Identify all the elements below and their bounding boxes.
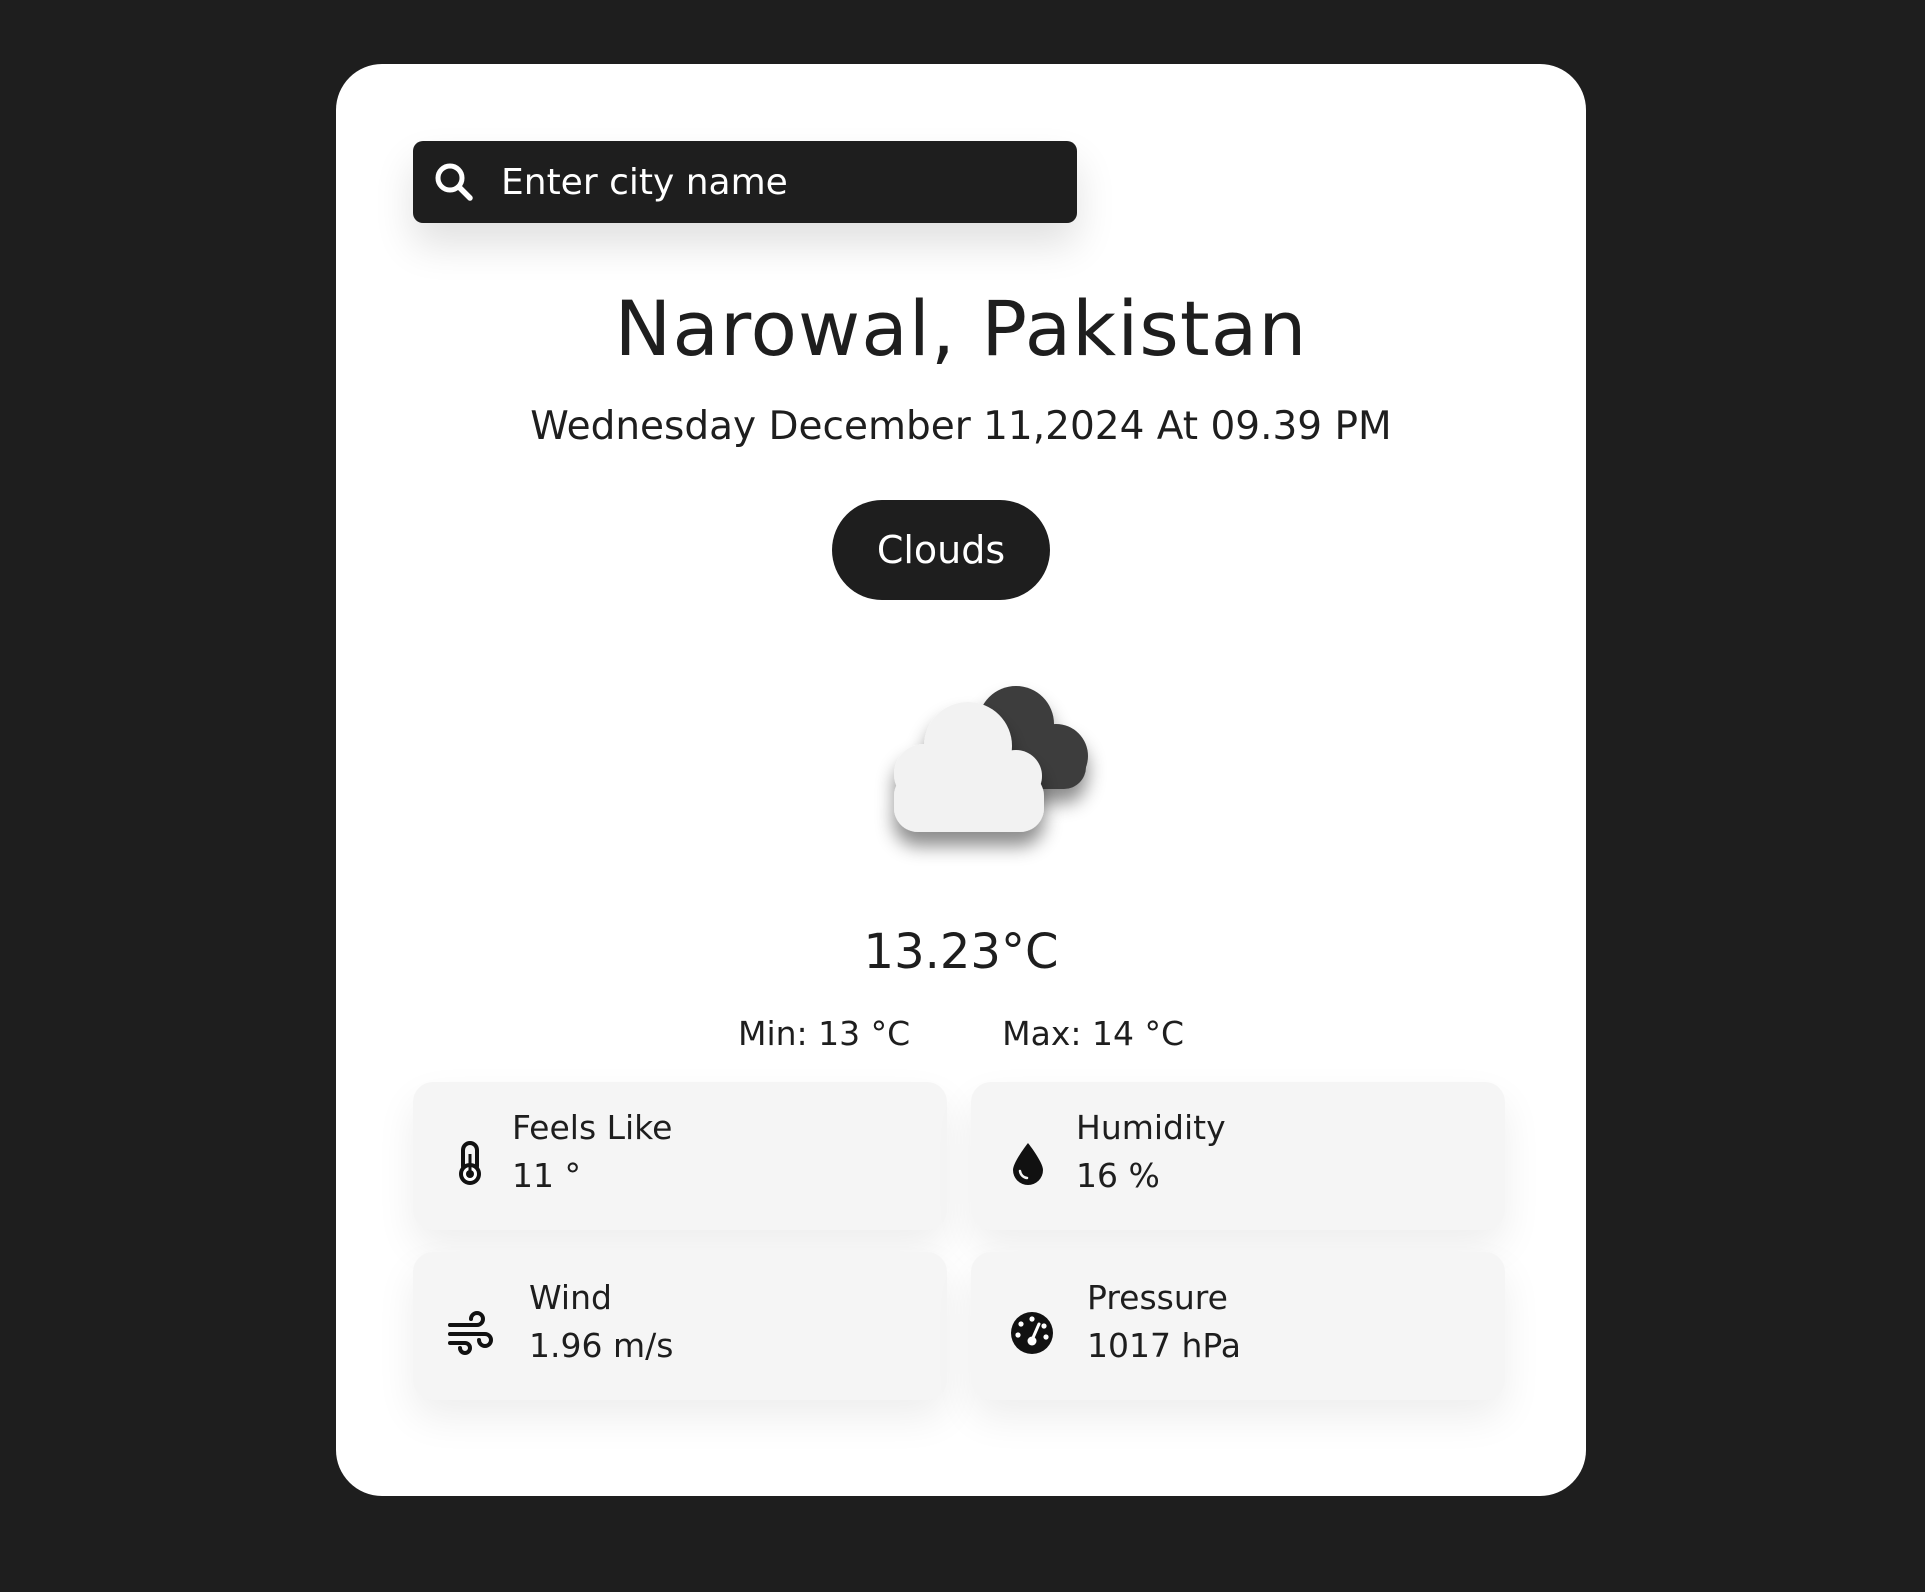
date-time: Wednesday December 11,2024 At 09.39 PM: [530, 404, 1392, 449]
max-temperature: Max: 14 °C: [1002, 1014, 1185, 1053]
feels-like-tile: Feels Like 11 °: [413, 1082, 947, 1230]
wind-label: Wind: [529, 1278, 612, 1317]
min-max-temperature: Min: 13 °C Max: 14 °C: [336, 1014, 1586, 1053]
min-temperature: Min: 13 °C: [737, 1014, 911, 1053]
feels-like-label: Feels Like: [512, 1108, 673, 1147]
current-temperature: 13.23°C: [863, 924, 1059, 980]
weather-card: Narowal, Pakistan Wednesday December 11,…: [336, 64, 1586, 1496]
city-name: Narowal, Pakistan: [614, 284, 1308, 373]
pressure-value: 1017 hPa: [1087, 1326, 1242, 1365]
city-search-input[interactable]: [501, 141, 1061, 223]
gauge-icon: [1011, 1312, 1053, 1354]
feels-like-value: 11 °: [512, 1156, 581, 1195]
wind-icon: [448, 1311, 493, 1355]
city-search-bar[interactable]: [413, 141, 1077, 223]
pressure-tile: Pressure 1017 hPa: [971, 1252, 1505, 1400]
humidity-tile: Humidity 16 %: [971, 1082, 1505, 1230]
humidity-label: Humidity: [1076, 1108, 1226, 1147]
wind-tile: Wind 1.96 m/s: [413, 1252, 947, 1400]
weather-condition-badge: Clouds: [832, 500, 1050, 600]
pressure-label: Pressure: [1087, 1278, 1228, 1317]
wind-value: 1.96 m/s: [529, 1326, 674, 1365]
water-drop-icon: [1013, 1143, 1043, 1185]
search-icon[interactable]: [433, 161, 475, 203]
clouds-icon: [894, 686, 1088, 832]
humidity-value: 16 %: [1076, 1156, 1160, 1195]
thermometer-icon: [459, 1141, 481, 1185]
